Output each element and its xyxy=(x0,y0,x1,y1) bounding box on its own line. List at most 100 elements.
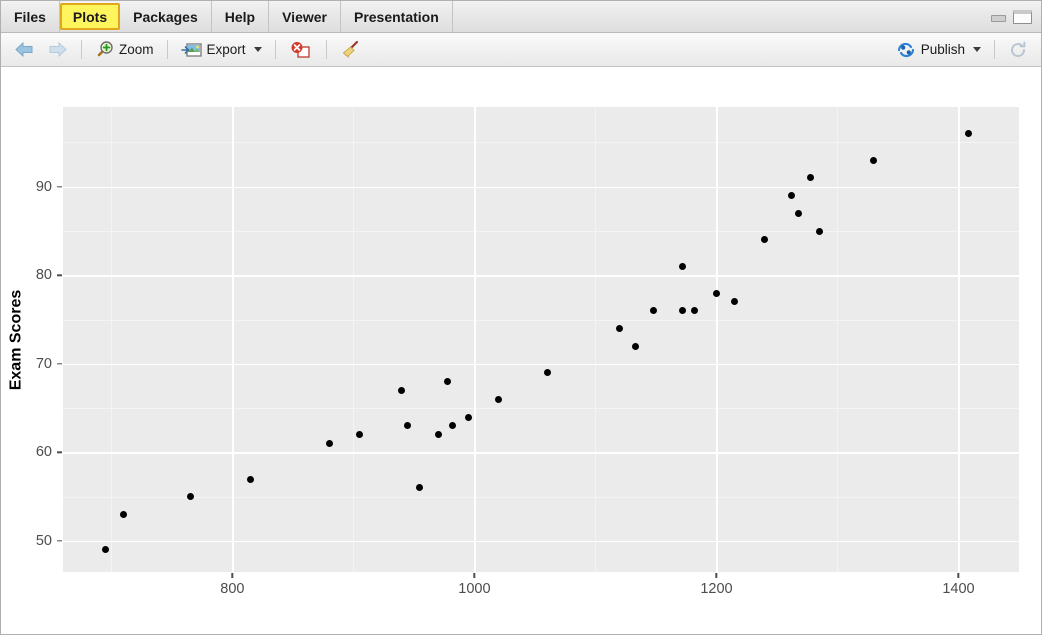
data-point xyxy=(964,130,972,138)
publish-button[interactable]: Publish xyxy=(890,39,987,61)
data-point xyxy=(101,546,109,554)
gridline-horizontal-major xyxy=(63,275,1019,277)
gridline-vertical-minor xyxy=(595,107,597,572)
tab-files[interactable]: Files xyxy=(1,1,60,32)
toolbar-separator xyxy=(325,40,327,59)
data-point xyxy=(787,192,795,200)
toolbar-separator xyxy=(81,40,82,59)
gridline-vertical-minor xyxy=(837,107,839,572)
gridline-horizontal-major xyxy=(63,452,1019,454)
x-axis-tick-label: 1000 xyxy=(458,581,491,597)
gridline-horizontal-major xyxy=(63,363,1019,366)
x-axis-tick-label: 800 xyxy=(220,581,245,597)
y-axis-tick-mark xyxy=(57,540,62,542)
gridline-horizontal-minor xyxy=(63,231,1019,232)
x-axis-tick-mark xyxy=(957,573,960,578)
clear-all-plots-button[interactable] xyxy=(334,38,367,61)
tab-packages[interactable]: Packages xyxy=(120,1,212,32)
data-point xyxy=(870,156,878,164)
tab-plots-label: Plots xyxy=(72,8,108,25)
data-point xyxy=(120,510,127,518)
data-point xyxy=(616,324,624,332)
remove-plot-button[interactable] xyxy=(283,39,319,61)
pane-tab-bar: Files Plots Packages Help Viewer Present… xyxy=(1,1,1041,33)
data-point xyxy=(186,493,194,501)
data-point xyxy=(495,395,503,403)
x-axis-tick-mark xyxy=(473,573,476,578)
y-axis-tick-label: 60 xyxy=(35,444,52,461)
forward-button[interactable] xyxy=(42,39,74,60)
plot-canvas[interactable]: Relationship Between Students' SAT Score… xyxy=(1,67,1041,634)
tab-presentation-label: Presentation xyxy=(353,8,439,25)
data-point xyxy=(815,227,823,235)
data-point xyxy=(325,440,333,448)
toolbar-separator xyxy=(994,40,995,59)
y-axis-tick-label: 50 xyxy=(35,533,52,549)
data-point xyxy=(631,342,639,350)
chevron-down-icon[interactable] xyxy=(253,47,262,52)
maximize-icon[interactable] xyxy=(1013,9,1032,25)
data-point xyxy=(416,484,424,492)
zoom-button[interactable]: Zoom xyxy=(89,38,160,61)
gridline-horizontal-minor xyxy=(63,142,1019,144)
data-point xyxy=(464,413,472,421)
y-axis-tick-label: 90 xyxy=(35,178,52,195)
data-point xyxy=(444,378,452,386)
gridline-vertical-major xyxy=(232,107,234,572)
data-point xyxy=(449,422,457,430)
toolbar-separator xyxy=(274,40,276,59)
data-point xyxy=(650,307,658,315)
data-point xyxy=(691,307,699,315)
y-axis-tick-mark xyxy=(57,274,62,276)
minimize-icon[interactable] xyxy=(990,10,1007,24)
data-point xyxy=(404,422,412,430)
forward-arrow-icon xyxy=(48,41,68,58)
data-point xyxy=(712,289,720,297)
data-point xyxy=(807,174,815,182)
back-button[interactable] xyxy=(8,39,40,60)
gridline-vertical-major xyxy=(716,107,718,572)
clear-all-plots-broom-icon xyxy=(340,40,361,59)
y-axis-title: Exam Scores xyxy=(5,107,27,572)
chevron-down-icon[interactable] xyxy=(973,47,981,52)
data-point xyxy=(731,298,739,306)
data-point xyxy=(247,475,255,483)
gridline-horizontal-major xyxy=(63,186,1019,189)
data-point xyxy=(679,307,687,315)
data-point xyxy=(355,431,363,439)
data-point xyxy=(761,236,769,244)
tab-files-label: Files xyxy=(14,8,46,25)
zoom-button-label: Zoom xyxy=(119,42,154,57)
gridline-vertical-minor xyxy=(111,107,113,572)
y-axis-tick-mark xyxy=(57,186,62,188)
gridline-vertical-minor xyxy=(353,107,355,572)
gridline-horizontal-minor xyxy=(63,319,1019,321)
data-point xyxy=(398,386,406,394)
data-point xyxy=(679,262,687,270)
x-axis-tick-label: 1200 xyxy=(700,581,733,597)
gridline-vertical-major xyxy=(474,107,476,572)
refresh-button[interactable] xyxy=(1002,38,1034,62)
export-button-label: Export xyxy=(206,42,246,57)
tab-help-label: Help xyxy=(224,8,256,25)
tab-presentation[interactable]: Presentation xyxy=(341,1,453,32)
data-point xyxy=(434,431,442,439)
publish-button-label: Publish xyxy=(920,42,965,57)
tab-viewer[interactable]: Viewer xyxy=(269,1,341,32)
tab-plots[interactable]: Plots xyxy=(59,3,121,30)
gridline-vertical-major xyxy=(958,107,960,572)
tab-help[interactable]: Help xyxy=(212,1,270,32)
plots-pane-window: Files Plots Packages Help Viewer Present… xyxy=(0,0,1042,635)
plot-panel xyxy=(63,107,1019,572)
y-axis-tick-mark xyxy=(57,363,62,365)
magnifier-plus-icon xyxy=(95,40,114,59)
tab-viewer-label: Viewer xyxy=(282,8,327,25)
data-point xyxy=(795,209,803,217)
x-axis-tick-mark xyxy=(715,573,718,578)
export-image-icon xyxy=(180,41,202,59)
y-axis-title-label: Exam Scores xyxy=(7,289,25,390)
x-axis-tick-mark xyxy=(231,573,234,578)
y-axis-tick-label: 80 xyxy=(35,267,52,284)
remove-plot-icon xyxy=(289,41,313,59)
export-button[interactable]: Export xyxy=(175,39,268,61)
